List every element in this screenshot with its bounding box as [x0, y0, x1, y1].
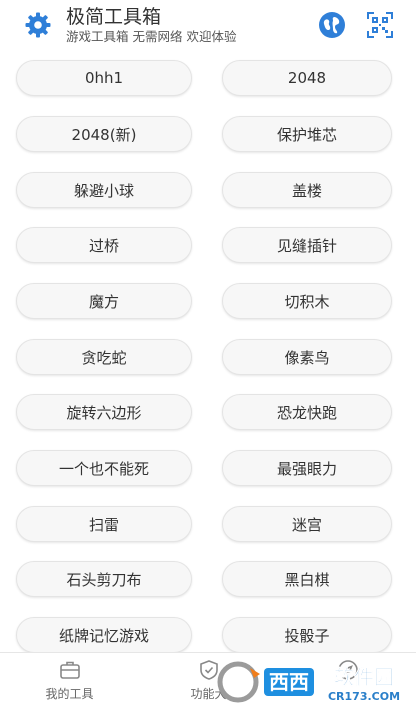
game-button[interactable]: 扫雷	[16, 506, 192, 542]
grid-row: 躲避小球 盖楼	[0, 172, 416, 210]
game-button[interactable]: 2048(新)	[16, 116, 192, 152]
cr-logo-icon	[217, 661, 260, 703]
grid-row: 石头剪刀布 黑白棋	[0, 561, 416, 599]
gear-icon[interactable]	[24, 11, 52, 39]
watermark-url: CR173.COM	[328, 690, 400, 703]
game-button[interactable]: 盖楼	[222, 172, 392, 208]
grid-row: 魔方 切积木	[0, 283, 416, 321]
qr-scan-icon[interactable]	[367, 12, 393, 38]
watermark-logo: 西西 软件园 CR173.COM	[217, 661, 400, 703]
watermark-brand: 西西	[269, 670, 309, 694]
game-button[interactable]: 最强眼力	[222, 450, 392, 486]
tab-my-tools[interactable]: 我的工具	[0, 653, 139, 711]
grid-row: 2048(新) 保护堆芯	[0, 116, 416, 154]
game-button[interactable]: 躲避小球	[16, 172, 192, 208]
grid-row: 纸牌记忆游戏 投骰子	[0, 617, 416, 655]
toolbox-icon	[59, 661, 80, 679]
game-button[interactable]: 迷宫	[222, 506, 392, 542]
game-button[interactable]: 恐龙快跑	[222, 394, 392, 430]
game-button[interactable]: 切积木	[222, 283, 392, 319]
app-title: 极简工具箱	[66, 6, 162, 28]
game-button[interactable]: 黑白棋	[222, 561, 392, 597]
grid-row: 扫雷 迷宫	[0, 506, 416, 544]
game-button[interactable]: 石头剪刀布	[16, 561, 192, 597]
game-button[interactable]: 0hh1	[16, 60, 192, 96]
game-button[interactable]: 旋转六边形	[16, 394, 192, 430]
grid-row: 一个也不能死 最强眼力	[0, 450, 416, 488]
game-button[interactable]: 见缝插针	[222, 227, 392, 263]
game-button[interactable]: 2048	[222, 60, 392, 96]
tab-label: 我的工具	[45, 687, 94, 701]
grid-row: 0hh1 2048	[0, 60, 416, 98]
app-header: 极简工具箱 游戏工具箱 无需网络 欢迎体验	[0, 0, 416, 56]
game-button[interactable]: 投骰子	[222, 617, 392, 653]
app-subtitle: 游戏工具箱 无需网络 欢迎体验	[66, 29, 237, 44]
grid-row: 贪吃蛇 像素鸟	[0, 339, 416, 377]
game-button[interactable]: 像素鸟	[222, 339, 392, 375]
game-button[interactable]: 魔方	[16, 283, 192, 319]
game-button[interactable]: 过桥	[16, 227, 192, 263]
game-button[interactable]: 贪吃蛇	[16, 339, 192, 375]
game-button[interactable]: 纸牌记忆游戏	[16, 617, 192, 653]
game-button[interactable]: 一个也不能死	[16, 450, 192, 486]
game-button[interactable]: 保护堆芯	[222, 116, 392, 152]
globe-icon[interactable]	[318, 11, 346, 39]
watermark-site: 软件园	[334, 665, 394, 689]
grid-row: 过桥 见缝插针	[0, 227, 416, 265]
grid-row: 旋转六边形 恐龙快跑	[0, 394, 416, 432]
